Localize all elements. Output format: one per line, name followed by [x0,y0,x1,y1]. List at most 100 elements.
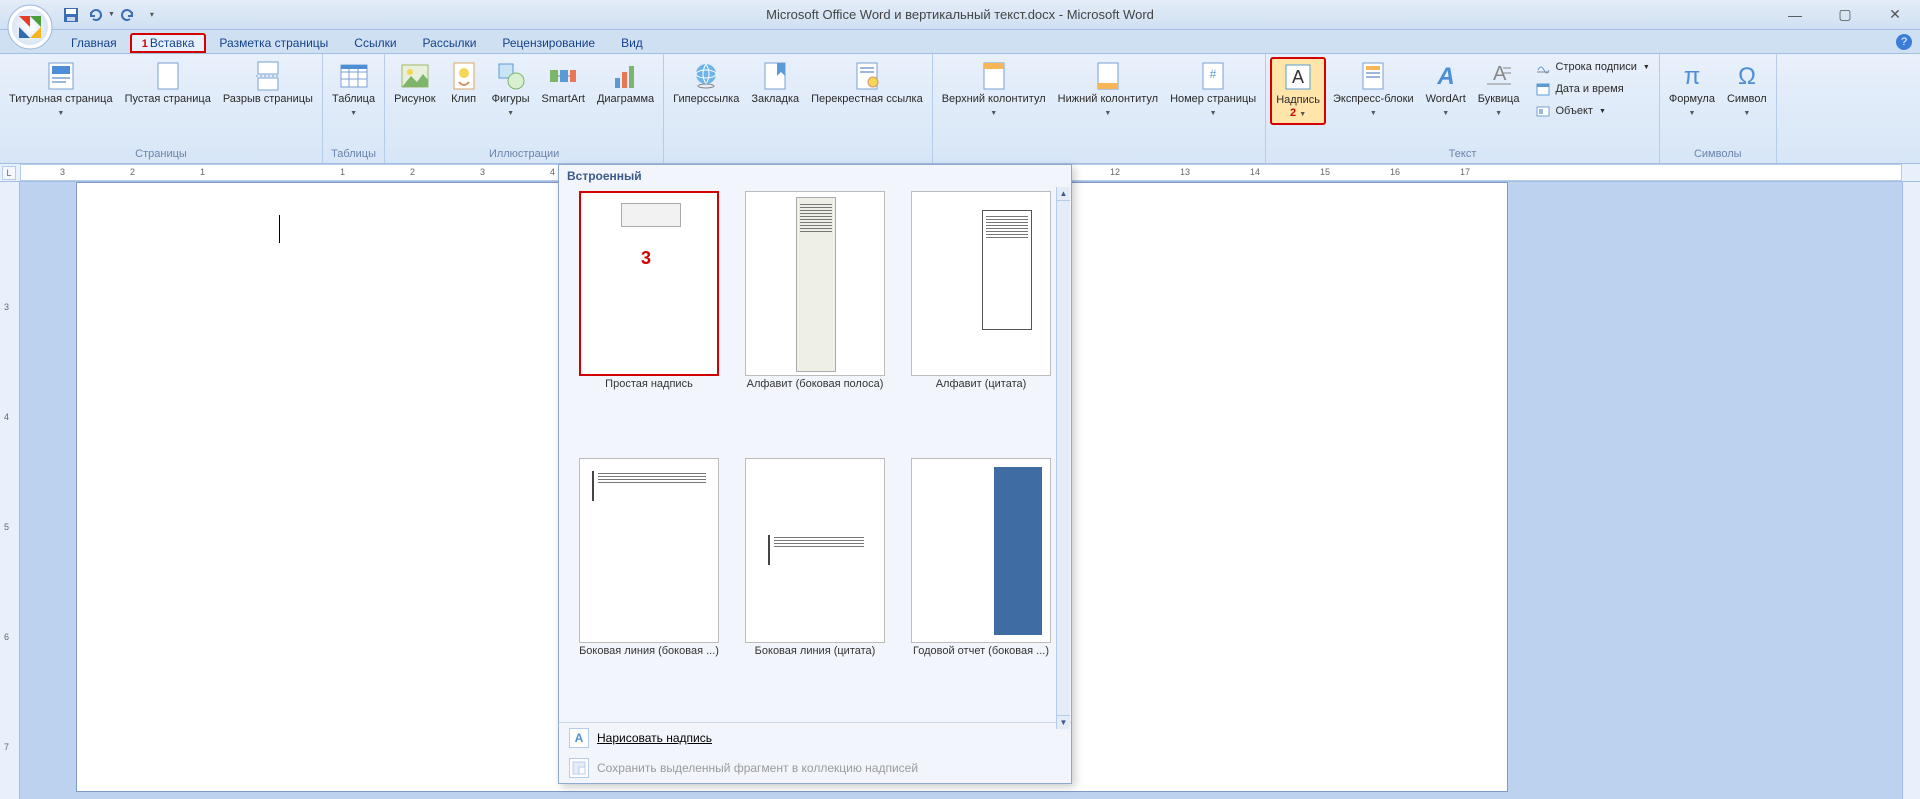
save-icon[interactable] [60,4,82,26]
ribbon-group-symbols: πФормула▼ ΩСимвол▼ Символы [1660,54,1777,163]
scroll-down-icon[interactable]: ▼ [1057,715,1070,729]
group-label-symbols: Символы [1664,147,1772,163]
gallery-caption: Простая надпись [574,378,724,390]
bookmark-button[interactable]: Закладка [746,57,804,109]
ruler-tick: 1 [200,167,205,177]
vertical-scrollbar[interactable] [1902,182,1920,799]
gallery-thumb [745,191,885,376]
drop-cap-button[interactable]: AБуквица▼ [1473,57,1525,123]
ruler-corner[interactable]: L [2,166,16,180]
window-controls: — ▢ ✕ [1770,0,1920,30]
page-break-button[interactable]: Разрыв страницы [218,57,318,109]
close-button[interactable]: ✕ [1870,0,1920,30]
svg-text:π: π [1684,63,1701,90]
ruler-tick: 3 [480,167,485,177]
gallery-item-alphabet-sidebar[interactable]: Алфавит (боковая полоса) [735,191,895,452]
help-icon[interactable]: ? [1896,34,1912,50]
ruler-tick: 13 [1180,167,1190,177]
textbox-button[interactable]: AНадпись2 ▼ [1270,57,1326,125]
wordart-button[interactable]: AWordArt▼ [1421,57,1471,123]
gallery-item-simple-textbox[interactable]: 3 Простая надпись [569,191,729,452]
tab-home[interactable]: Главная [58,32,130,53]
maximize-button[interactable]: ▢ [1820,0,1870,30]
ribbon-group-pages: Титульная страница▼ Пустая страница Разр… [0,54,323,163]
symbol-button[interactable]: ΩСимвол▼ [1722,57,1772,123]
vertical-ruler[interactable]: 34567 [0,182,20,799]
redo-icon[interactable] [117,4,139,26]
gallery-item-annual-report[interactable]: Годовой отчет (боковая ...) [901,458,1061,719]
table-button[interactable]: Таблица▼ [327,57,380,123]
ruler-tick: 4 [550,167,555,177]
gallery-scrollbar[interactable]: ▲ ▼ [1056,187,1070,729]
minimize-button[interactable]: — [1770,0,1820,30]
smartart-button[interactable]: SmartArt [537,57,590,109]
group-label-tables: Таблицы [327,147,380,163]
scroll-up-icon[interactable]: ▲ [1057,187,1070,201]
shapes-button[interactable]: Фигуры▼ [487,57,535,123]
textbox-gallery: Встроенный 3 Простая надпись Алфавит (бо… [558,164,1072,784]
gallery-header: Встроенный [559,165,1071,187]
tab-page-layout[interactable]: Разметка страницы [206,32,341,53]
draw-textbox-icon: A [569,728,589,748]
gallery-caption: Алфавит (боковая полоса) [740,378,890,390]
quick-parts-button[interactable]: Экспресс-блоки▼ [1328,57,1419,123]
ruler-tick: 3 [60,167,65,177]
signature-line-button[interactable]: Строка подписи▼ [1530,57,1654,77]
object-button[interactable]: Объект▼ [1530,101,1654,121]
blank-page-button[interactable]: Пустая страница [120,57,216,109]
ribbon-tabs: Главная 1Вставка Разметка страницы Ссылк… [0,30,1920,54]
cross-reference-button[interactable]: Перекрестная ссылка [806,57,928,109]
date-time-button[interactable]: Дата и время [1530,79,1654,99]
tab-view[interactable]: Вид [608,32,656,53]
title-bar: ▼ ▾ Microsoft Office Word и вертикальный… [0,0,1920,30]
clipart-button[interactable]: Клип [443,57,485,109]
ruler-tick: 5 [4,522,9,532]
save-selection-icon [569,758,589,778]
svg-text:A: A [1292,67,1304,87]
page-number-button[interactable]: #Номер страницы▼ [1165,57,1261,123]
equation-button[interactable]: πФормула▼ [1664,57,1720,123]
ruler-tick: 15 [1320,167,1330,177]
group-label-links [668,159,928,163]
ruler-tick: 3 [4,302,9,312]
ruler-tick: 14 [1250,167,1260,177]
gallery-item-sideline-sidebar[interactable]: Боковая линия (боковая ...) [569,458,729,719]
undo-icon[interactable] [84,4,106,26]
gallery-thumb: 3 [579,191,719,376]
tab-mailings[interactable]: Рассылки [410,32,490,53]
svg-text:Ω: Ω [1738,63,1756,90]
ribbon-group-illustrations: Рисунок Клип Фигуры▼ SmartArt Диаграмма … [385,54,664,163]
tab-insert[interactable]: 1Вставка [130,33,207,53]
ruler-tick: 1 [340,167,345,177]
ruler-tick: 17 [1460,167,1470,177]
group-label-illustrations: Иллюстрации [389,147,659,163]
ruler-tick: 2 [130,167,135,177]
cover-page-button[interactable]: Титульная страница▼ [4,57,118,123]
qat-customize-icon[interactable]: ▾ [141,4,163,26]
ribbon: Титульная страница▼ Пустая страница Разр… [0,54,1920,164]
gallery-item-alphabet-quote[interactable]: Алфавит (цитата) [901,191,1061,452]
svg-text:A: A [1436,63,1454,90]
chart-button[interactable]: Диаграмма [592,57,659,109]
ruler-tick: 2 [410,167,415,177]
gallery-item-sideline-quote[interactable]: Боковая линия (цитата) [735,458,895,719]
draw-textbox-button[interactable]: A Нарисовать надпись [559,723,1071,753]
header-button[interactable]: Верхний колонтитул▼ [937,57,1051,123]
footer-button[interactable]: Нижний колонтитул▼ [1053,57,1163,123]
ruler-tick: 12 [1110,167,1120,177]
quick-access-toolbar: ▼ ▾ [60,4,163,26]
ruler-tick: 6 [4,632,9,642]
group-label-pages: Страницы [4,147,318,163]
document-area: L 3211234567891011121314151617 34567 Вст… [0,164,1920,799]
gallery-footer: A Нарисовать надпись Сохранить выделенны… [559,722,1071,783]
gallery-grid: 3 Простая надпись Алфавит (боковая полос… [559,187,1071,722]
group-label-text: Текст [1270,147,1655,163]
ruler-tick: 16 [1390,167,1400,177]
gallery-thumb [579,458,719,643]
gallery-caption: Годовой отчет (боковая ...) [906,645,1056,657]
hyperlink-button[interactable]: Гиперссылка [668,57,744,109]
tab-review[interactable]: Рецензирование [489,32,608,53]
office-button[interactable] [5,2,55,52]
picture-button[interactable]: Рисунок [389,57,441,109]
tab-references[interactable]: Ссылки [341,32,409,53]
